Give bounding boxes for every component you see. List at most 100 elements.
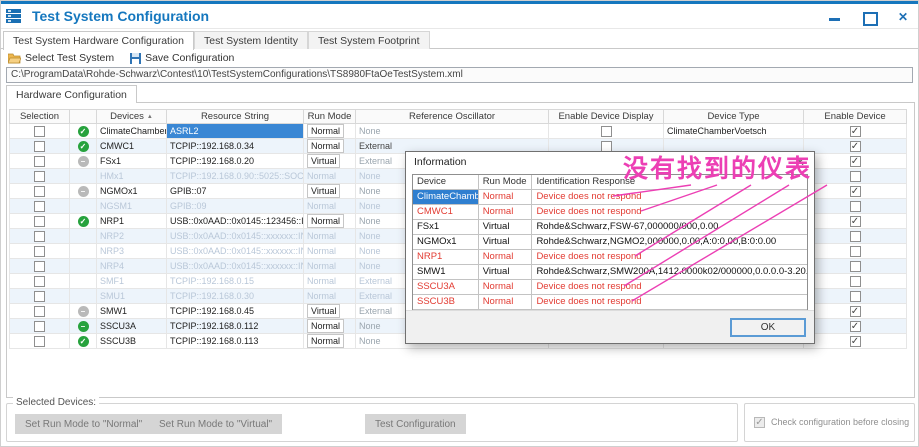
selection-checkbox[interactable] bbox=[34, 185, 45, 197]
run-mode-cell[interactable]: Normal bbox=[304, 259, 356, 274]
enable-device-checkbox[interactable] bbox=[849, 125, 861, 137]
selection-checkbox[interactable] bbox=[34, 320, 45, 332]
enable-device-checkbox[interactable] bbox=[849, 185, 861, 197]
selection-checkbox[interactable] bbox=[34, 140, 45, 152]
run-mode-dropdown[interactable]: Normal bbox=[307, 214, 345, 228]
enable-device-display-checkbox[interactable] bbox=[600, 140, 612, 152]
resource-string-cell[interactable]: USB::0x0AAD::0x0145::xxxxxx::INSTR bbox=[167, 229, 304, 244]
run-mode-dropdown[interactable]: Virtual bbox=[307, 154, 341, 168]
selection-checkbox[interactable] bbox=[34, 200, 45, 212]
check-configuration-checkbox[interactable] bbox=[754, 417, 765, 428]
minimize-button[interactable] bbox=[828, 11, 842, 23]
resource-string-cell[interactable]: TCPIP::192.168.0.15 bbox=[167, 274, 304, 289]
resource-string-cell[interactable]: TCPIP::192.168.0.113 bbox=[167, 334, 304, 349]
enable-device-checkbox[interactable] bbox=[849, 245, 861, 257]
run-mode-cell[interactable]: Virtual bbox=[304, 304, 356, 319]
enable-device-checkbox[interactable] bbox=[849, 230, 861, 242]
column-header-status[interactable] bbox=[70, 109, 97, 124]
selection-checkbox[interactable] bbox=[34, 290, 45, 302]
dialog-row[interactable]: NRP1 Normal Device does not respond bbox=[413, 250, 807, 265]
resource-string-cell[interactable]: GPIB::07 bbox=[167, 184, 304, 199]
resource-string-cell[interactable]: USB::0x0AAD::0x0145::123456::INSTR bbox=[167, 214, 304, 229]
run-mode-cell[interactable]: Normal bbox=[304, 289, 356, 304]
run-mode-cell[interactable]: Virtual bbox=[304, 154, 356, 169]
dialog-row[interactable]: FSx1 Virtual Rohde&Schwarz,FSW-67,000000/0… bbox=[413, 220, 807, 235]
selection-checkbox[interactable] bbox=[34, 305, 45, 317]
run-mode-cell[interactable]: Normal bbox=[304, 319, 356, 334]
enable-device-checkbox[interactable] bbox=[849, 260, 861, 272]
dialog-row[interactable]: SSCU3B Normal Device does not respond bbox=[413, 295, 807, 310]
table-row[interactable]: ✓ ClimateChamber ASRL2 Normal None ClimateCha… bbox=[9, 124, 907, 139]
run-mode-dropdown[interactable]: Normal bbox=[307, 139, 345, 153]
save-configuration-button[interactable]: Save Configuration bbox=[130, 52, 234, 64]
run-mode-dropdown[interactable]: Normal bbox=[307, 124, 345, 138]
run-mode-cell[interactable]: Normal bbox=[304, 244, 356, 259]
maximize-button[interactable] bbox=[862, 11, 878, 26]
resource-string-cell[interactable]: USB::0x0AAD::0x0145::xxxxxx::INSTR bbox=[167, 244, 304, 259]
resource-string-cell[interactable]: TCPIP::192.168.0.30 bbox=[167, 289, 304, 304]
tab-system-footprint[interactable]: Test System Footprint bbox=[307, 31, 430, 49]
column-header-enable-device-display[interactable]: Enable Device Display bbox=[549, 109, 664, 124]
dialog-row[interactable]: ClimateChamberNormalDevice does not resp… bbox=[413, 190, 807, 205]
run-mode-dropdown[interactable]: Normal bbox=[307, 319, 345, 333]
selection-checkbox[interactable] bbox=[34, 230, 45, 242]
enable-device-checkbox[interactable] bbox=[849, 215, 861, 227]
close-button[interactable]: ✕ bbox=[896, 11, 910, 23]
enable-device-checkbox[interactable] bbox=[849, 305, 861, 317]
resource-string-cell[interactable]: TCPIP::192.168.0.34 bbox=[167, 139, 304, 154]
enable-device-checkbox[interactable] bbox=[849, 140, 861, 152]
resource-string-cell[interactable]: TCPIP::192.168.0.90::5025::SOCKET bbox=[167, 169, 304, 184]
enable-device-checkbox[interactable] bbox=[849, 200, 861, 212]
resource-string-cell[interactable]: USB::0x0AAD::0x0145::xxxxxx::INSTR bbox=[167, 259, 304, 274]
selection-checkbox[interactable] bbox=[34, 125, 45, 137]
set-run-mode-virtual-button[interactable]: Set Run Mode to "Virtual" bbox=[149, 414, 283, 434]
enable-device-checkbox[interactable] bbox=[849, 320, 861, 332]
selection-checkbox[interactable] bbox=[34, 215, 45, 227]
set-run-mode-normal-button[interactable]: Set Run Mode to "Normal" bbox=[15, 414, 153, 434]
dialog-row[interactable]: SSCU3A Normal Device does not respond bbox=[413, 280, 807, 295]
enable-device-checkbox[interactable] bbox=[849, 290, 861, 302]
column-header-selection[interactable]: Selection bbox=[9, 109, 70, 124]
sub-tab-hardware-configuration[interactable]: Hardware Configuration bbox=[6, 85, 137, 103]
dialog-row[interactable]: NGMOx1 Virtual Rohde&Schwarz,NGMO2,000000,… bbox=[413, 235, 807, 250]
resource-string-cell[interactable]: ASRL2 bbox=[167, 124, 304, 139]
selection-checkbox[interactable] bbox=[34, 260, 45, 272]
config-path-field[interactable]: C:\ProgramData\Rohde-Schwarz\Contest\10\… bbox=[6, 67, 913, 83]
column-header-enable-device[interactable]: Enable Device bbox=[804, 109, 907, 124]
resource-string-cell[interactable]: TCPIP::192.168.0.45 bbox=[167, 304, 304, 319]
run-mode-cell[interactable]: Normal bbox=[304, 229, 356, 244]
run-mode-dropdown[interactable]: Virtual bbox=[307, 184, 341, 198]
selection-checkbox[interactable] bbox=[34, 275, 45, 287]
enable-device-checkbox[interactable] bbox=[849, 155, 861, 167]
enable-device-checkbox[interactable] bbox=[849, 170, 861, 182]
enable-device-checkbox[interactable] bbox=[849, 335, 861, 347]
selection-checkbox[interactable] bbox=[34, 335, 45, 347]
run-mode-cell[interactable]: Normal bbox=[304, 214, 356, 229]
resource-string-cell[interactable]: TCPIP::192.168.0.112 bbox=[167, 319, 304, 334]
selection-checkbox[interactable] bbox=[34, 170, 45, 182]
select-test-system-button[interactable]: Select Test System bbox=[8, 52, 114, 64]
resource-string-cell[interactable]: GPIB::09 bbox=[167, 199, 304, 214]
selection-checkbox[interactable] bbox=[34, 155, 45, 167]
dialog-row[interactable]: SMW1 Virtual Rohde&Schwarz,SMW200A,1412.00… bbox=[413, 265, 807, 280]
column-header-reference-oscillator[interactable]: Reference Oscillator bbox=[356, 109, 549, 124]
run-mode-cell[interactable]: Normal bbox=[304, 274, 356, 289]
column-header-resource-string[interactable]: Resource String bbox=[167, 109, 304, 124]
resource-string-cell[interactable]: TCPIP::192.168.0.20 bbox=[167, 154, 304, 169]
run-mode-cell[interactable]: Normal bbox=[304, 139, 356, 154]
run-mode-dropdown[interactable]: Normal bbox=[307, 334, 345, 348]
ok-button[interactable]: OK bbox=[730, 318, 806, 337]
selection-checkbox[interactable] bbox=[34, 245, 45, 257]
column-header-device-type[interactable]: Device Type bbox=[664, 109, 804, 124]
test-configuration-button[interactable]: Test Configuration bbox=[365, 414, 466, 434]
run-mode-cell[interactable]: Normal bbox=[304, 124, 356, 139]
enable-device-display-checkbox[interactable] bbox=[600, 125, 612, 137]
tab-system-identity[interactable]: Test System Identity bbox=[194, 31, 308, 49]
run-mode-cell[interactable]: Normal bbox=[304, 169, 356, 184]
run-mode-cell[interactable]: Virtual bbox=[304, 184, 356, 199]
run-mode-cell[interactable]: Normal bbox=[304, 334, 356, 349]
run-mode-cell[interactable]: Normal bbox=[304, 199, 356, 214]
tab-hardware-configuration[interactable]: Test System Hardware Configuration bbox=[3, 31, 194, 50]
column-header-run-mode[interactable]: Run Mode bbox=[304, 109, 356, 124]
dialog-row[interactable]: CMWC1 Normal Device does not respond bbox=[413, 205, 807, 220]
